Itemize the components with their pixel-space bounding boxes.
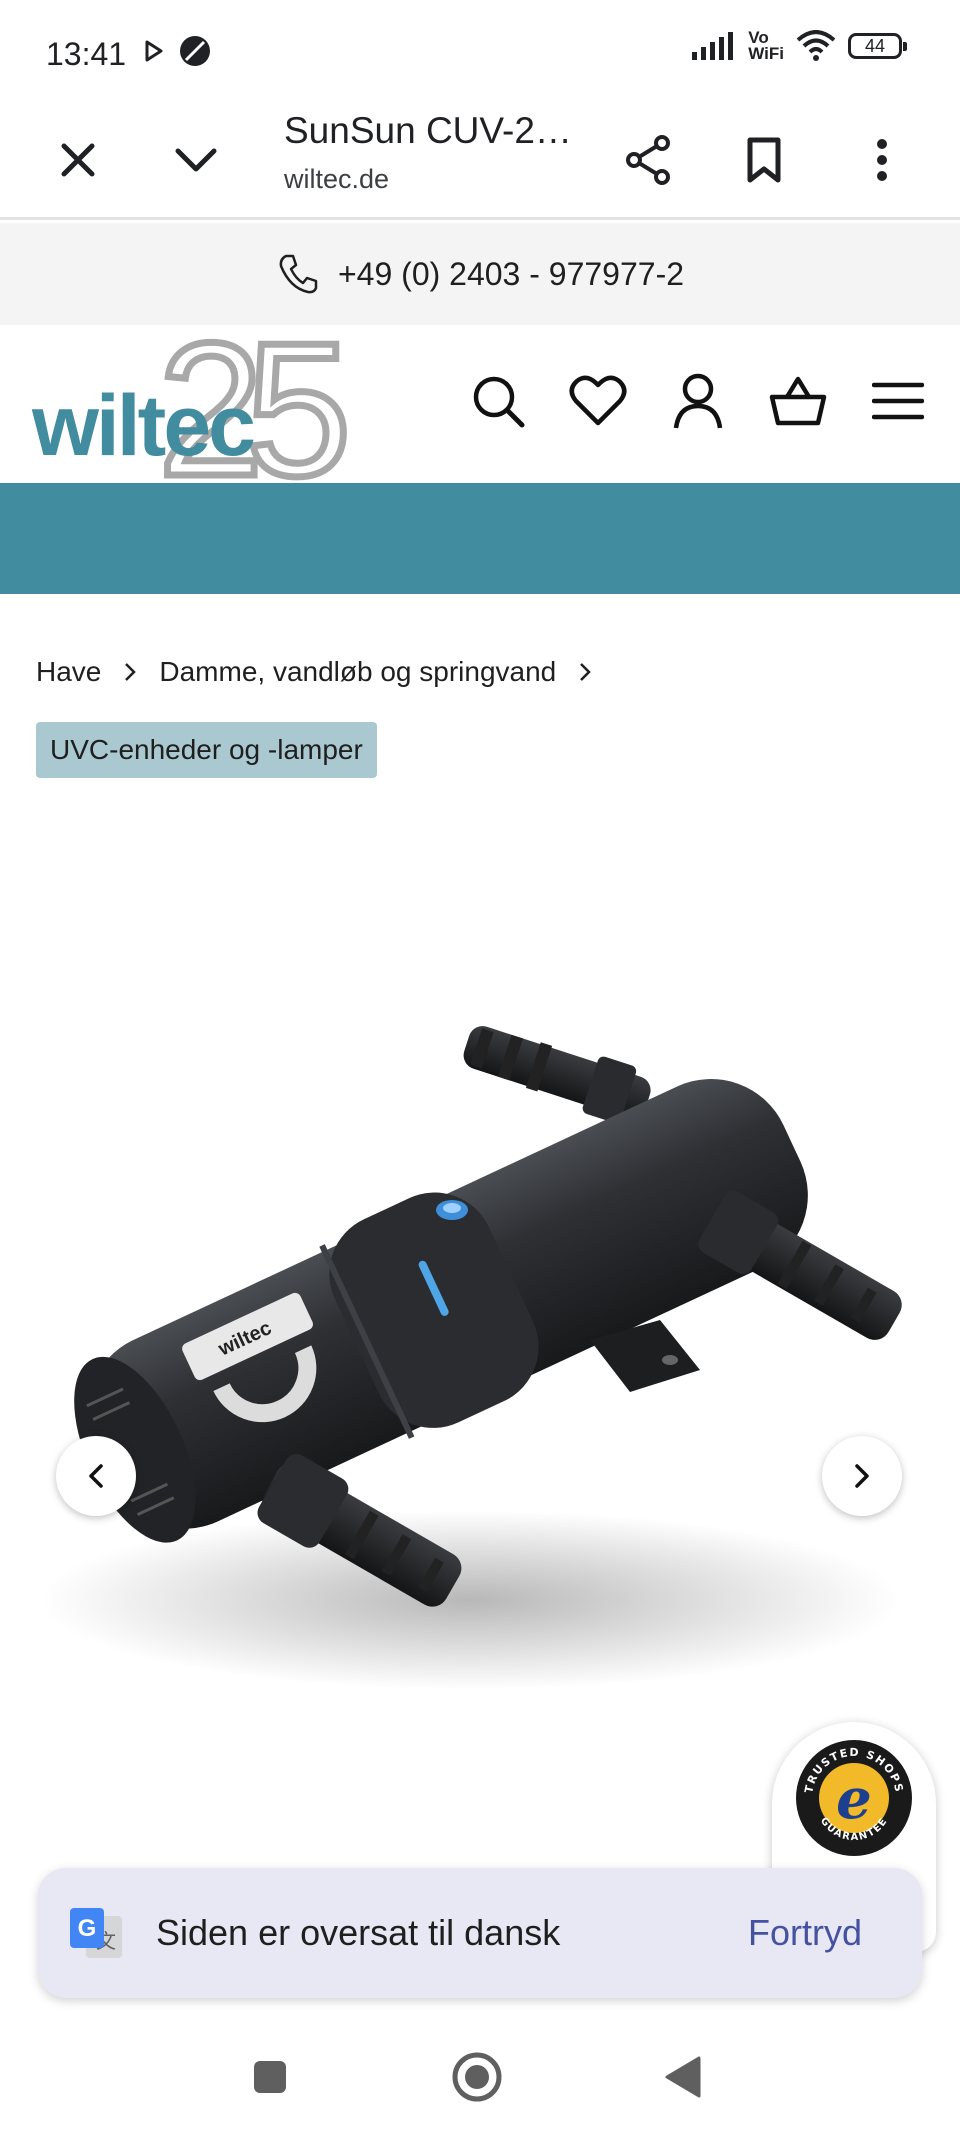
- breadcrumb-category-chip[interactable]: UVC-enheder og -lamper: [36, 722, 377, 778]
- contact-phone-number[interactable]: +49 (0) 2403 - 977977-2: [338, 256, 684, 293]
- breadcrumb-item-have[interactable]: Have: [36, 656, 101, 688]
- site-header: 25 wiltec: [0, 325, 960, 483]
- translate-undo-button[interactable]: Fortryd: [748, 1912, 862, 1954]
- bookmark-icon[interactable]: [732, 128, 796, 192]
- status-left-icons: [144, 34, 212, 68]
- recents-button[interactable]: [241, 2048, 299, 2106]
- home-icon: [452, 2052, 502, 2102]
- teal-banner: [0, 483, 960, 594]
- back-button[interactable]: [654, 2048, 712, 2106]
- menu-icon[interactable]: [866, 369, 930, 433]
- header-icons: [466, 369, 930, 433]
- product-photo: wiltec: [40, 1026, 902, 1690]
- chevron-right-icon: [578, 661, 592, 683]
- share-icon[interactable]: [616, 128, 680, 192]
- google-translate-icon: 文 G: [70, 1908, 122, 1958]
- logo-text: wiltec: [31, 378, 254, 474]
- status-time: 13:41: [46, 36, 127, 72]
- system-nav-bar: [0, 2020, 960, 2133]
- status-right-icons: Vo WiFi 44: [692, 28, 907, 63]
- recents-icon: [254, 2061, 286, 2093]
- signal-icon: [692, 32, 734, 60]
- heart-icon[interactable]: [566, 369, 630, 433]
- breadcrumb-item-damme[interactable]: Damme, vandløb og springvand: [159, 656, 556, 688]
- translate-message: Siden er oversat til dansk: [156, 1912, 561, 1953]
- close-icon[interactable]: [46, 128, 110, 192]
- trusted-shops-seal: TRUSTED SHOPS GUARANTEE e: [796, 1740, 912, 1856]
- svg-text:G: G: [78, 1915, 97, 1942]
- chevron-down-icon[interactable]: [164, 128, 228, 192]
- contact-phone-strip[interactable]: +49 (0) 2403 - 977977-2: [0, 223, 960, 325]
- breadcrumb: Have Damme, vandløb og springvand: [36, 656, 614, 688]
- status-bar: 13:41 Vo WiFi 44: [0, 0, 960, 100]
- basket-icon[interactable]: [766, 369, 830, 433]
- vowifi-icon: Vo WiFi: [748, 28, 784, 63]
- page-url: wiltec.de: [284, 164, 390, 194]
- more-vert-icon[interactable]: [850, 128, 914, 192]
- home-button[interactable]: [448, 2048, 506, 2106]
- play-icon: [145, 40, 163, 62]
- carousel-next-button[interactable]: [822, 1436, 902, 1516]
- page-title: SunSun CUV-2…: [284, 110, 572, 151]
- chevron-left-icon: [89, 1464, 103, 1488]
- back-icon: [665, 2056, 701, 2098]
- wiltec-logo[interactable]: 25 wiltec: [30, 325, 380, 483]
- browser-toolbar: SunSun CUV-2… wiltec.de: [0, 100, 960, 220]
- chevron-right-icon: [855, 1464, 869, 1488]
- phone-icon: [279, 254, 318, 294]
- trusted-shops-mark: e: [836, 1766, 872, 1832]
- wifi-icon: [796, 30, 836, 61]
- battery-icon: 44: [848, 33, 907, 59]
- account-icon[interactable]: [666, 369, 730, 433]
- chevron-right-icon: [123, 661, 137, 683]
- carousel-prev-button[interactable]: [56, 1436, 136, 1516]
- data-saver-icon: [180, 36, 210, 66]
- translate-snackbar: 文 G Siden er oversat til dansk Fortryd: [38, 1868, 922, 1998]
- search-icon[interactable]: [466, 369, 530, 433]
- product-image[interactable]: wiltec: [0, 960, 960, 1760]
